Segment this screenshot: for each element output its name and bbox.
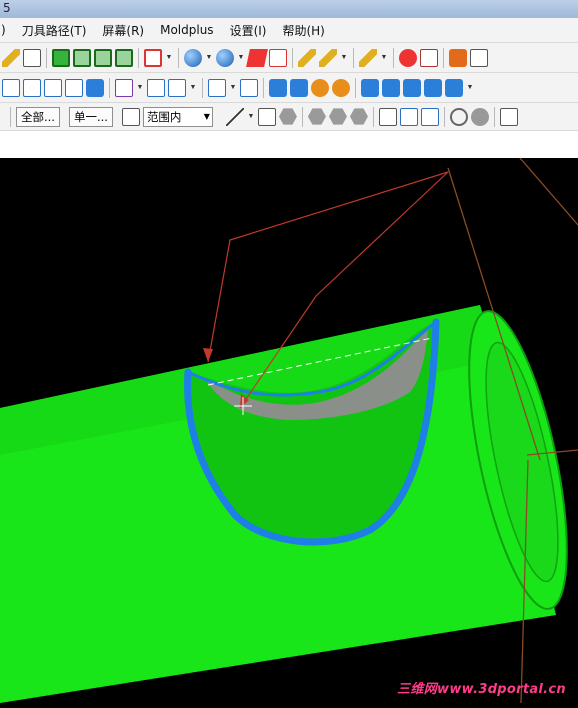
separator [353, 47, 354, 68]
separator [443, 47, 444, 68]
menu-item-help[interactable]: 帮助(H) [274, 22, 332, 39]
cube-front-icon[interactable] [73, 48, 91, 67]
menu-item-screen[interactable]: 屏幕(R) [94, 22, 152, 39]
model-canvas [0, 157, 578, 704]
range-select-value: 范围内 [146, 109, 182, 124]
chevron-down-icon: ▼ [203, 111, 210, 121]
solid-select-icon[interactable] [399, 107, 418, 126]
circle-down-icon[interactable] [332, 78, 350, 97]
solid-cube-icon[interactable] [144, 48, 162, 67]
separator [443, 106, 445, 127]
up-arrow-icon[interactable] [361, 78, 379, 97]
separator [109, 77, 110, 98]
separator [263, 77, 264, 98]
window-title: 5 [3, 1, 11, 15]
graphics-viewport[interactable]: 三维网www.3dportal.cn [0, 157, 578, 704]
arc-arrow-icon[interactable] [208, 78, 226, 97]
hex-filter-icon[interactable] [307, 108, 326, 125]
separator [138, 47, 139, 68]
separator [372, 106, 374, 127]
verify-icon[interactable] [420, 107, 439, 126]
trim-icon[interactable] [115, 78, 133, 97]
menu-bar: ) 刀具路径(T) 屏幕(R) Moldplus 设置(I) 帮助(H) [0, 18, 578, 43]
chevron-down-icon[interactable]: ▼ [165, 49, 173, 67]
link-icon[interactable] [65, 78, 83, 97]
globe-icon[interactable] [184, 48, 202, 67]
shape-outline-icon[interactable] [269, 48, 287, 67]
menu-item-moldplus[interactable]: Moldplus [152, 23, 221, 37]
bend-icon[interactable] [403, 78, 421, 97]
range-select[interactable]: 范围内 ▼ [142, 106, 213, 127]
tool-icon[interactable] [23, 48, 41, 67]
edit-icon[interactable] [2, 48, 20, 67]
pencil-double-icon[interactable] [319, 48, 337, 67]
clear-icon[interactable] [449, 107, 468, 126]
grid-4-icon[interactable] [147, 78, 165, 97]
select-all-button[interactable]: 全部... [16, 106, 60, 127]
chevron-down-icon[interactable]: ▼ [380, 49, 388, 67]
separator [493, 106, 495, 127]
hex-filter-icon[interactable] [328, 108, 347, 125]
cube-outline-icon[interactable] [378, 107, 397, 126]
menu-item-settings[interactable]: 设置(I) [222, 22, 275, 39]
pencil-icon[interactable] [298, 48, 316, 67]
frame-icon[interactable] [470, 48, 488, 67]
hex-filter-icon[interactable] [278, 108, 297, 125]
chevron-down-icon[interactable]: ▼ [466, 79, 474, 97]
chevron-down-icon[interactable]: ▼ [205, 49, 213, 67]
cursor-icon[interactable] [257, 107, 276, 126]
toolbar-row-3: 全部... 单一... 范围内 ▼ ▼ [0, 103, 578, 131]
help-icon[interactable] [399, 48, 417, 67]
empty-toolbar-area [0, 131, 578, 159]
pick-pointer-icon[interactable] [121, 107, 140, 126]
cube-side-icon[interactable] [115, 48, 133, 67]
watermark: 三维网www.3dportal.cn [397, 682, 566, 697]
arrowhead-icon [203, 348, 213, 362]
toolbar-row-2: ▼ ▼ ▼ ▼ [0, 73, 578, 103]
down-arrow-icon[interactable] [424, 78, 442, 97]
distribute-icon[interactable] [23, 78, 41, 97]
align-icon[interactable] [2, 78, 20, 97]
grid-icon[interactable] [420, 48, 438, 67]
toolbar-row-1: ▼ ▼ ▼ ▼ ▼ [0, 43, 578, 73]
help-icon[interactable] [499, 107, 518, 126]
menu-item-partial[interactable]: ) [0, 23, 14, 37]
chevron-down-icon[interactable]: ▼ [189, 79, 197, 97]
circle-icon[interactable] [470, 107, 489, 126]
curve-icon[interactable] [382, 78, 400, 97]
sphere-icon[interactable] [216, 48, 234, 67]
menu-item-toolpaths[interactable]: 刀具路径(T) [14, 22, 95, 39]
box-icon[interactable] [86, 78, 104, 97]
offset-icon[interactable] [240, 78, 258, 97]
chevron-down-icon[interactable]: ▼ [247, 108, 255, 126]
solid-layers-icon[interactable] [290, 78, 308, 97]
shape-blue-icon[interactable] [445, 78, 463, 97]
line-icon[interactable] [225, 107, 244, 126]
chevron-down-icon[interactable]: ▼ [237, 49, 245, 67]
cube-view-icon[interactable] [52, 48, 70, 67]
brush-icon[interactable] [359, 48, 377, 67]
separator [301, 106, 303, 127]
split-icon[interactable] [449, 48, 467, 67]
axis-line [519, 157, 578, 226]
separator [46, 47, 47, 68]
title-bar: 5 [0, 0, 578, 18]
solid-box-icon[interactable] [269, 78, 287, 97]
arrow-box-icon[interactable] [168, 78, 186, 97]
circle-arrow-icon[interactable] [311, 78, 329, 97]
chevron-down-icon[interactable]: ▼ [136, 79, 144, 97]
select-single-button[interactable]: 单一... [68, 106, 113, 127]
bars-icon[interactable] [44, 78, 62, 97]
separator [10, 106, 11, 127]
separator [355, 77, 356, 98]
separator [292, 47, 293, 68]
hex-filter-icon[interactable] [349, 108, 368, 125]
separator [202, 77, 203, 98]
cube-top-icon[interactable] [94, 48, 112, 67]
shape-icon[interactable] [246, 48, 268, 67]
separator [178, 47, 179, 68]
separator [393, 47, 394, 68]
chevron-down-icon[interactable]: ▼ [340, 49, 348, 67]
chevron-down-icon[interactable]: ▼ [229, 79, 237, 97]
